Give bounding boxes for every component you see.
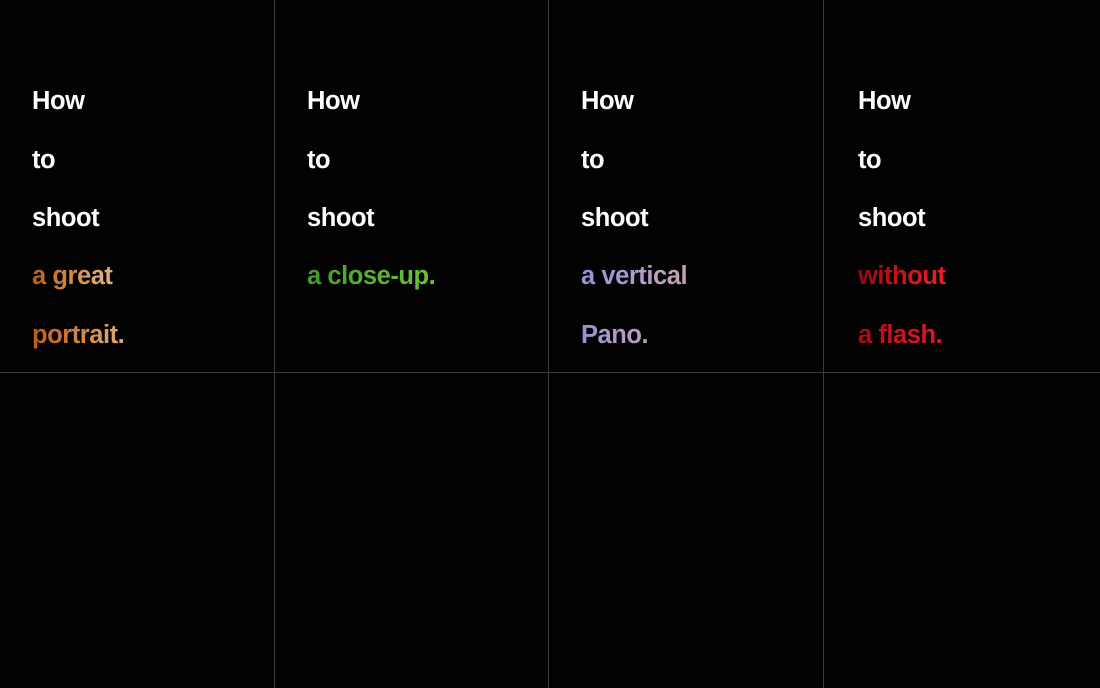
how-to-card-grid: How to shoot a great portrait. How to sh…	[0, 0, 1100, 688]
headline-line-accent: portrait.	[32, 320, 125, 349]
headline-line-white: to	[581, 145, 605, 174]
card-how-to-shoot-without-a-flash[interactable]: How to shoot without a flash.	[823, 0, 1100, 372]
card-how-to-shoot-a-close-up[interactable]: How to shoot a close-up.	[274, 0, 548, 372]
card-how-to-capture-a-unique-angle[interactable]: How to capture a unique angle.	[548, 372, 823, 688]
card-how-to-shoot-a-great-portrait[interactable]: How to shoot a great portrait.	[0, 0, 274, 372]
headline-line-white: How	[858, 87, 911, 116]
headline-line-accent: a flash.	[858, 320, 943, 349]
card-headline: How to shoot a great portrait.	[32, 58, 262, 372]
card-headline: How to shoot without a flash.	[858, 58, 1084, 372]
headline-line-white: shoot	[581, 204, 649, 233]
card-content: How to shoot a close-up.	[307, 58, 537, 321]
headline-line-accent: Pano.	[581, 320, 649, 349]
card-how-to-shoot-a-selfie-with-the-timer[interactable]: How to shoot a selfie with the timer.	[274, 372, 548, 688]
card-content: How to shoot a great portrait.	[32, 58, 262, 372]
headline-line-white: shoot	[858, 204, 926, 233]
headline-line-white: to	[307, 145, 331, 174]
card-content: How to shoot a vertical Pano.	[581, 58, 811, 372]
headline-line-accent: without	[858, 262, 946, 291]
headline-line-white: shoot	[32, 204, 100, 233]
headline-line-white: shoot	[307, 204, 375, 233]
card-how-to-shoot-action[interactable]: How to shoot action.	[0, 372, 274, 688]
headline-line-accent: a close-up.	[307, 262, 436, 291]
headline-line-white: to	[858, 145, 882, 174]
card-how-to-shoot-a-vertical-pano[interactable]: How to shoot a vertical Pano.	[548, 0, 823, 372]
headline-line-white: to	[32, 145, 56, 174]
headline-line-accent: a great	[32, 262, 113, 291]
headline-line-accent: a vertical	[581, 262, 688, 291]
card-headline: How to shoot a vertical Pano.	[581, 58, 811, 372]
headline-line-white: How	[32, 87, 85, 116]
headline-line-white: How	[581, 87, 634, 116]
card-content: How to shoot without a flash.	[858, 58, 1084, 372]
card-headline: How to shoot a close-up.	[307, 58, 537, 321]
card-how-to-shoot-stills-while-filming[interactable]: How to shoot stills while filming.	[823, 372, 1100, 688]
headline-line-white: How	[307, 87, 360, 116]
